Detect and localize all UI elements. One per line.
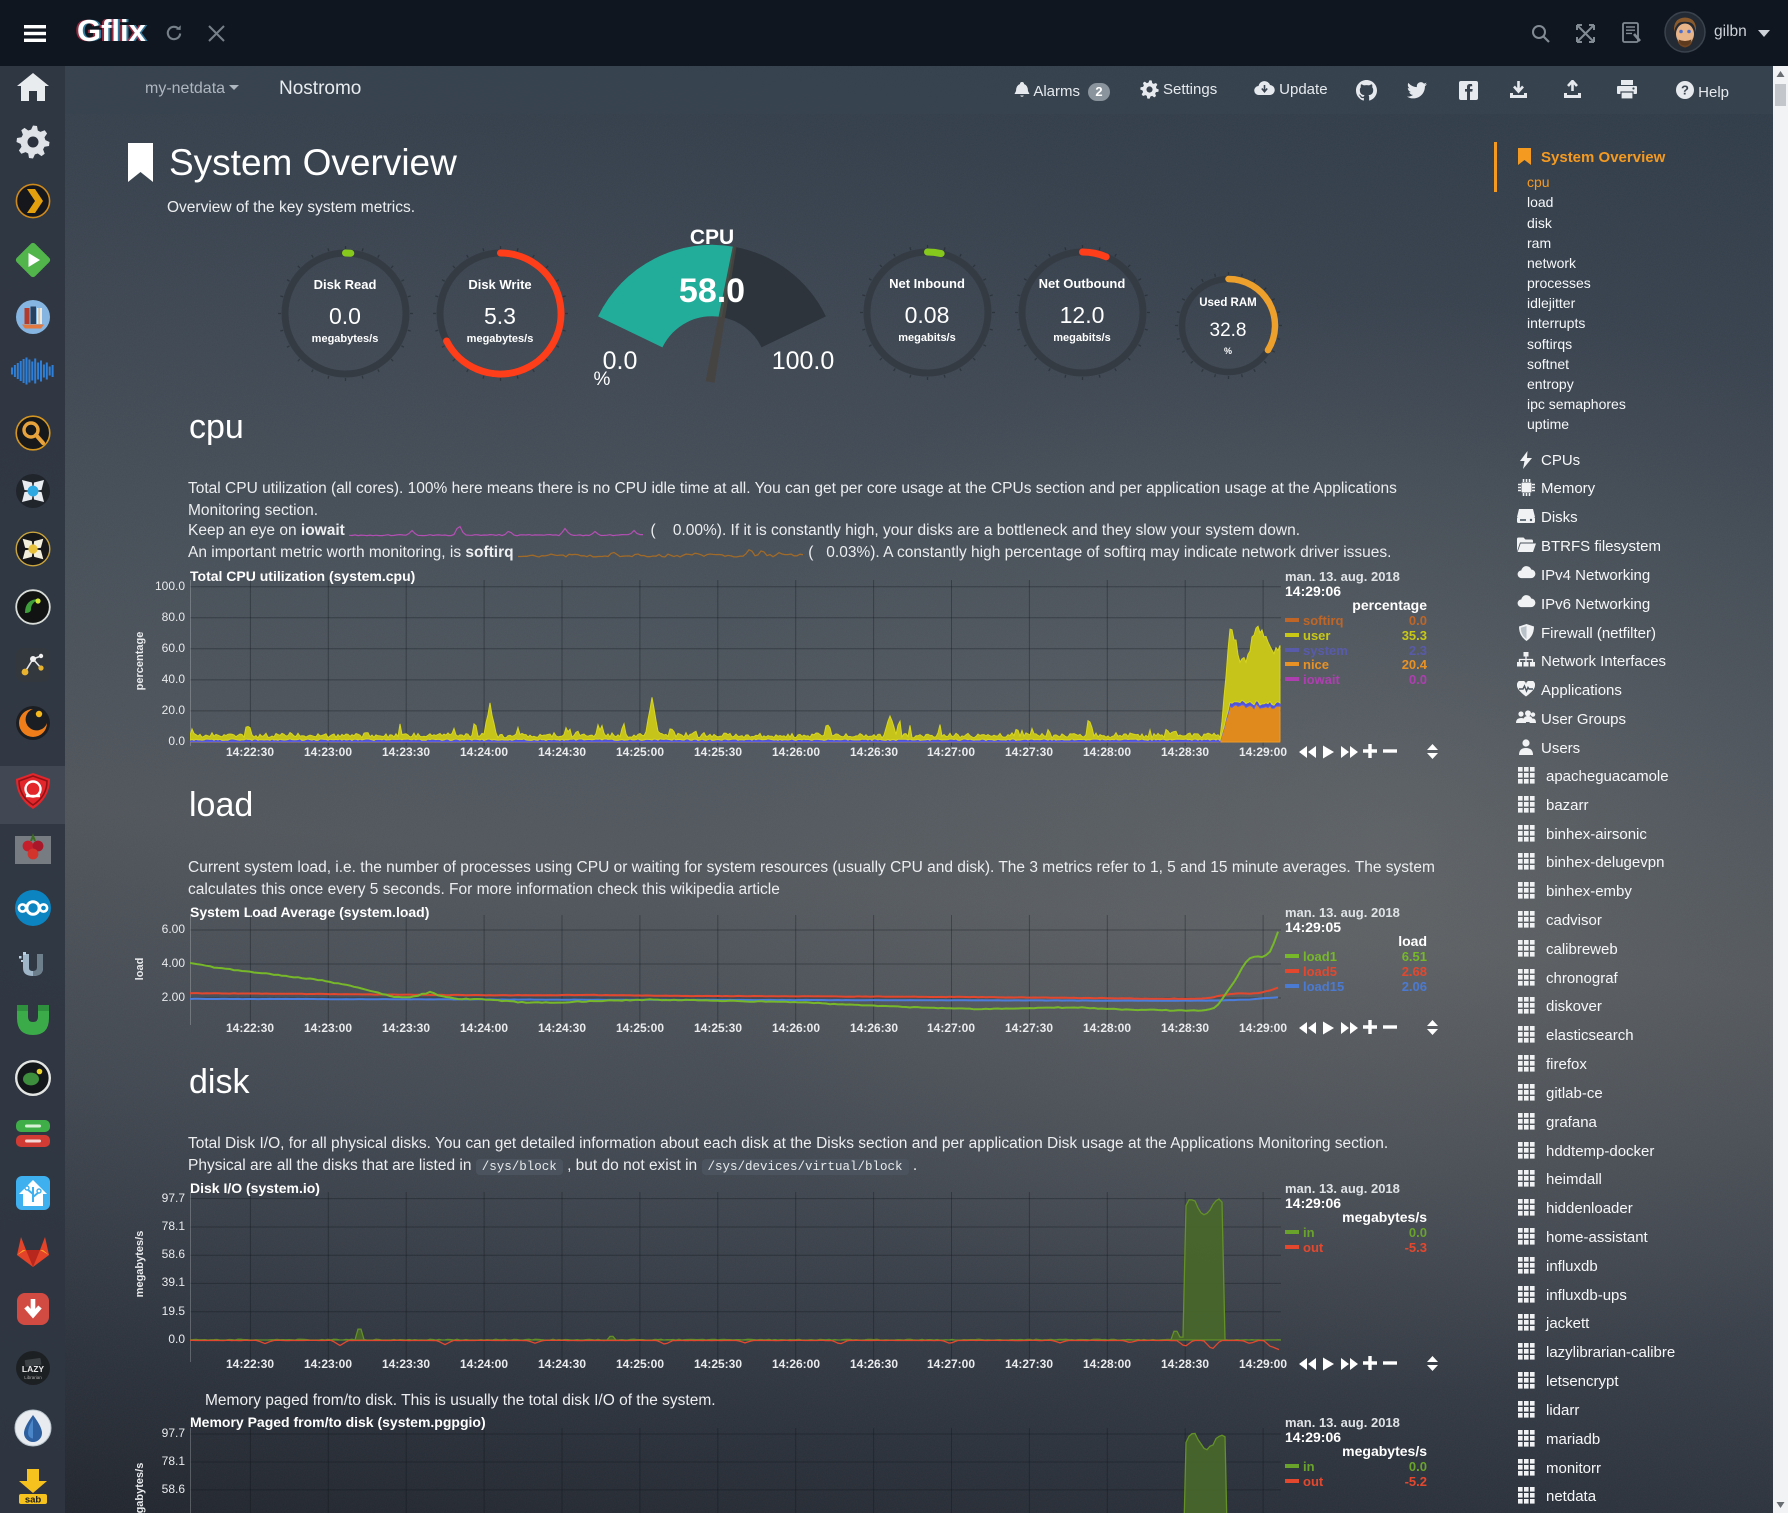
svg-text:Librarian: Librarian [24, 1375, 42, 1380]
svg-text:sab: sab [24, 1495, 41, 1506]
svg-text:LAZY: LAZY [21, 1364, 44, 1374]
svg-text:?: ? [1681, 83, 1689, 98]
